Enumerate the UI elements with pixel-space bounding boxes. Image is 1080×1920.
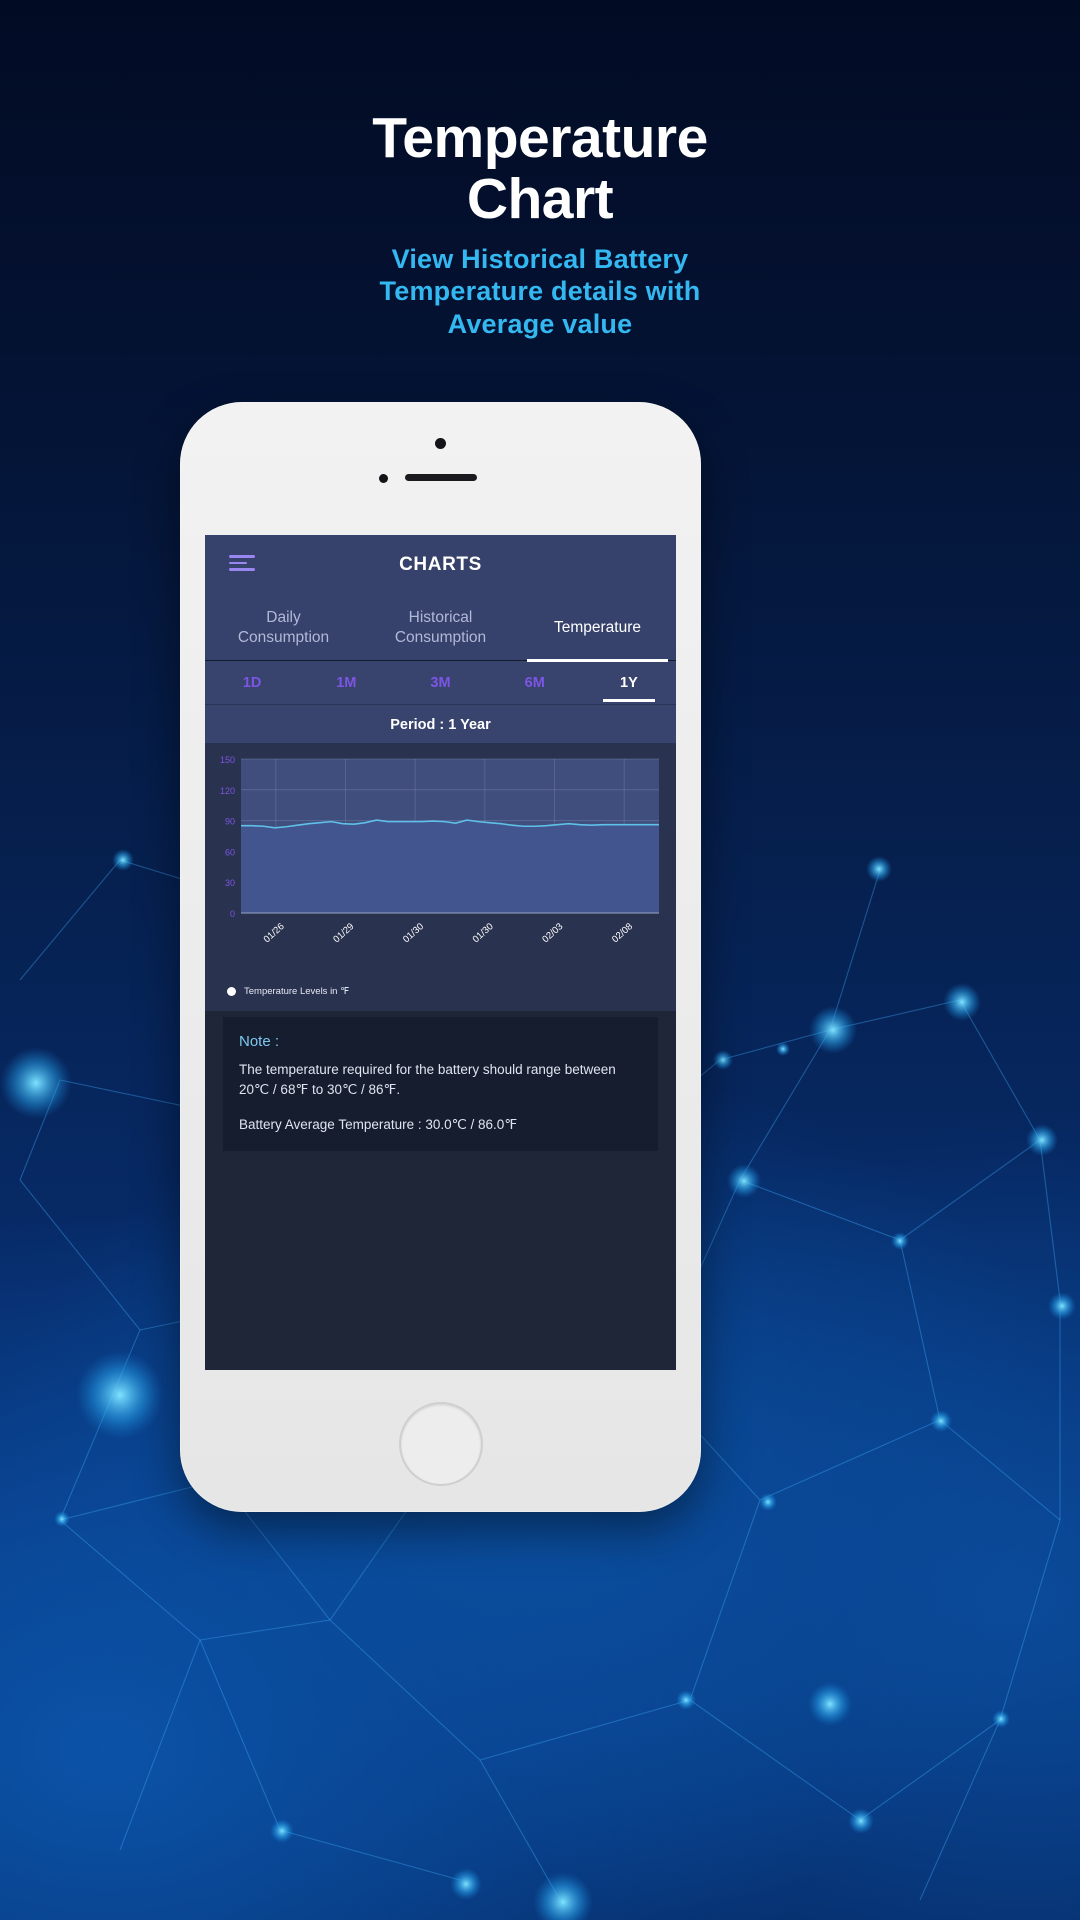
tab-temperature-label: Temperature	[553, 618, 641, 636]
period-1m[interactable]: 1M	[299, 675, 393, 691]
promo-title-line-1: Temperature	[372, 106, 708, 170]
proximity-sensor-icon	[379, 474, 388, 483]
tab-historical-consumption[interactable]: Historical Consumption	[362, 595, 519, 660]
note-box: Note : The temperature required for the …	[223, 1017, 658, 1152]
legend-label: Temperature Levels in ℉	[244, 986, 350, 997]
period-1d[interactable]: 1D	[205, 675, 299, 691]
tab-daily-consumption-line2: Consumption	[237, 628, 330, 646]
home-button[interactable]	[398, 1402, 483, 1486]
period-6m[interactable]: 6M	[488, 675, 582, 691]
x-axis-tick: 01/29	[331, 921, 356, 945]
period-1y[interactable]: 1Y	[582, 675, 676, 691]
x-axis-tick: 02/08	[610, 921, 635, 945]
temperature-chart: 0 30 60 90 120 150 01/26 01/29 01/30 01/30 02/03 02…	[205, 743, 676, 976]
x-axis-tick: 02/03	[540, 921, 565, 945]
y-axis-tick: 90	[225, 817, 235, 827]
period-3m[interactable]: 3M	[393, 675, 487, 691]
page-title: CHARTS	[399, 554, 482, 575]
promo-subtitle-line-1: View Historical Battery	[391, 244, 689, 274]
chart-canvas: 0 30 60 90 120 150 01/26 01/29 01/30 01/30 02/03 02…	[220, 755, 659, 945]
hamburger-menu-icon[interactable]	[229, 555, 255, 575]
tab-historical-consumption-line1: Historical	[408, 609, 473, 627]
app-screen: CHARTS Daily Consumption Historical Cons…	[205, 535, 676, 1370]
promo-title-line-2: Chart	[466, 166, 614, 231]
promo-subtitle-line-2: Temperature details with	[379, 276, 701, 307]
y-axis-tick: 30	[225, 878, 235, 888]
y-axis-tick: 150	[220, 755, 235, 765]
note-title: Note :	[239, 1033, 280, 1050]
tab-historical-consumption-line2: Consumption	[394, 628, 487, 646]
front-camera-icon	[435, 438, 446, 449]
y-axis-tick: 0	[230, 909, 235, 919]
series-area	[241, 820, 659, 913]
tab-daily-consumption-line1: Daily	[266, 609, 301, 627]
promo-subtitle-line-3: Average value	[447, 308, 633, 339]
promo-title: Temperature Chart	[0, 108, 1080, 230]
chart-tabs: Daily Consumption Historical Consumption…	[205, 595, 676, 662]
x-axis-tick: 01/30	[401, 921, 426, 945]
screen-filler	[205, 1151, 676, 1370]
note-average-temperature: Battery Average Temperature : 30.0℃ / 86…	[239, 1117, 518, 1133]
x-axis-tick: 01/26	[262, 921, 287, 945]
earpiece-speaker	[404, 474, 477, 481]
y-axis-tick: 120	[220, 786, 235, 796]
note-body: The temperature required for the battery…	[239, 1062, 616, 1097]
promo-subtitle: View Historical Battery Temperature deta…	[0, 243, 1080, 340]
y-axis-tick: 60	[225, 847, 235, 857]
tab-temperature[interactable]: Temperature	[519, 595, 676, 662]
tab-daily-consumption[interactable]: Daily Consumption	[205, 595, 362, 660]
phone-mockup: CHARTS Daily Consumption Historical Cons…	[180, 402, 701, 1512]
period-label: Period : 1 Year	[205, 705, 676, 743]
legend-dot-icon	[227, 987, 236, 996]
chart-legend: Temperature Levels in ℉	[205, 976, 676, 1011]
app-header: CHARTS	[205, 535, 676, 595]
period-selector: 1D 1M 3M 6M 1Y	[205, 661, 676, 705]
x-axis-tick: 01/30	[471, 921, 496, 945]
